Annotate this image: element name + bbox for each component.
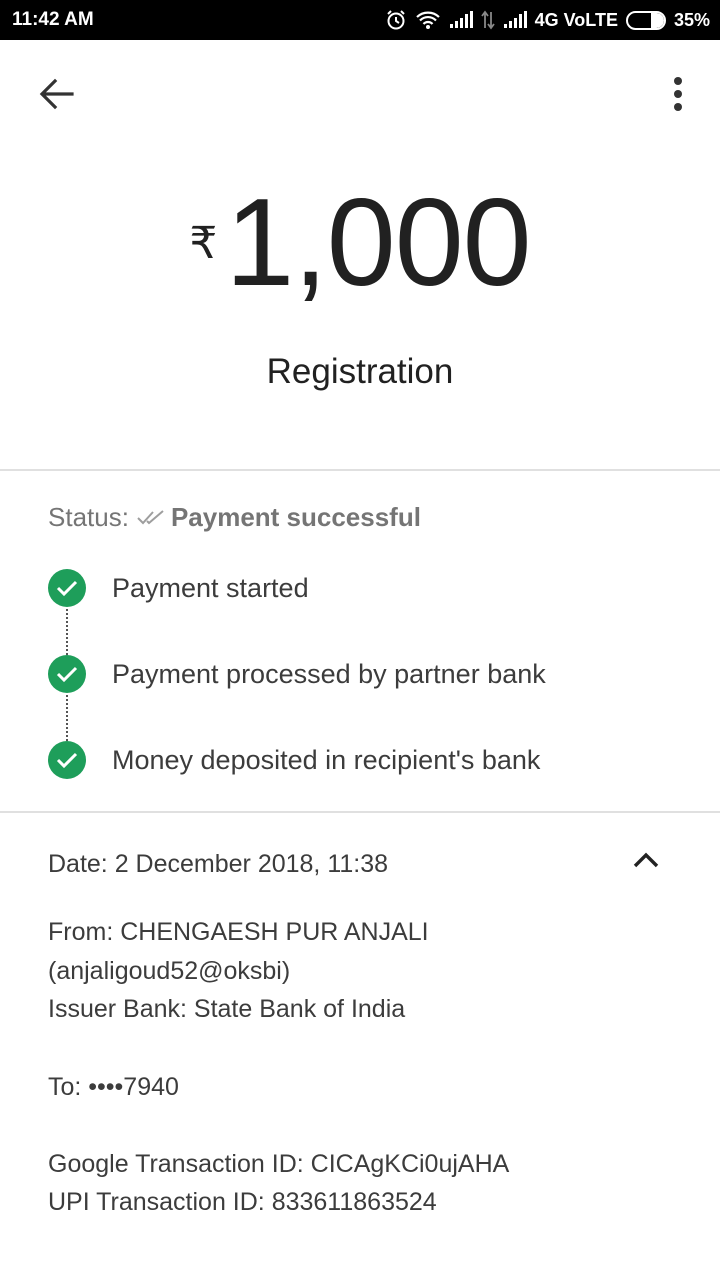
more-vert-icon [673, 76, 683, 117]
check-circle-icon [48, 655, 86, 693]
payment-note: Registration [266, 352, 454, 391]
amount-display: ₹ 1,000 [0, 178, 720, 308]
battery-icon [625, 10, 666, 30]
signal-icon [449, 11, 473, 29]
from-name: From: CHENGAESH PUR ANJALI [48, 918, 429, 946]
network-type-label: 4G VoLTE [534, 9, 618, 30]
status-icons: 4G VoLTE 35% [385, 0, 710, 40]
step-connector [66, 695, 68, 741]
back-button[interactable] [30, 72, 82, 120]
to-account: To: ••••7940 [48, 1073, 179, 1101]
divider [0, 811, 720, 813]
check-circle-icon [48, 741, 86, 779]
status-line: Status: Payment successful [48, 502, 421, 533]
collapse-details-button[interactable] [628, 846, 664, 878]
alarm-icon [385, 9, 407, 31]
battery-fill [651, 12, 664, 28]
status-step-text: Payment started [112, 572, 309, 603]
divider [0, 469, 720, 471]
status-step-text: Money deposited in recipient's bank [112, 744, 541, 775]
battery-percent: 35% [673, 9, 710, 30]
google-transaction-id: Google Transaction ID: CICAgKCi0ujAHA [48, 1150, 510, 1178]
status-bar: 11:42 AM 4G VoLTE 35% [0, 0, 720, 40]
status-step: Payment processed by partner bank [48, 654, 546, 694]
upi-transaction-id: UPI Transaction ID: 833611863524 [48, 1188, 437, 1216]
check-circle-icon [48, 569, 86, 607]
double-check-icon [137, 509, 165, 527]
status-step: Payment started [48, 568, 309, 608]
from-upi-id: (anjaligoud52@oksbi) [48, 957, 291, 985]
currency-symbol: ₹ [189, 219, 218, 268]
status-label: Status: [48, 502, 129, 532]
signal-icon [503, 11, 527, 29]
status-step-text: Payment processed by partner bank [112, 658, 546, 689]
issuer-bank: Issuer Bank: State Bank of India [48, 995, 406, 1023]
payment-amount: 1,000 [225, 174, 531, 312]
data-arrows-icon [480, 10, 495, 30]
status-step: Money deposited in recipient's bank [48, 740, 540, 780]
more-options-button[interactable] [658, 72, 698, 120]
status-value: Payment successful [170, 502, 421, 532]
status-time: 11:42 AM [12, 9, 94, 30]
step-connector [66, 609, 68, 655]
arrow-left-icon [38, 78, 74, 115]
wifi-icon [415, 10, 441, 30]
chevron-up-icon [633, 852, 659, 873]
transaction-date: Date: 2 December 2018, 11:38 [48, 850, 389, 878]
